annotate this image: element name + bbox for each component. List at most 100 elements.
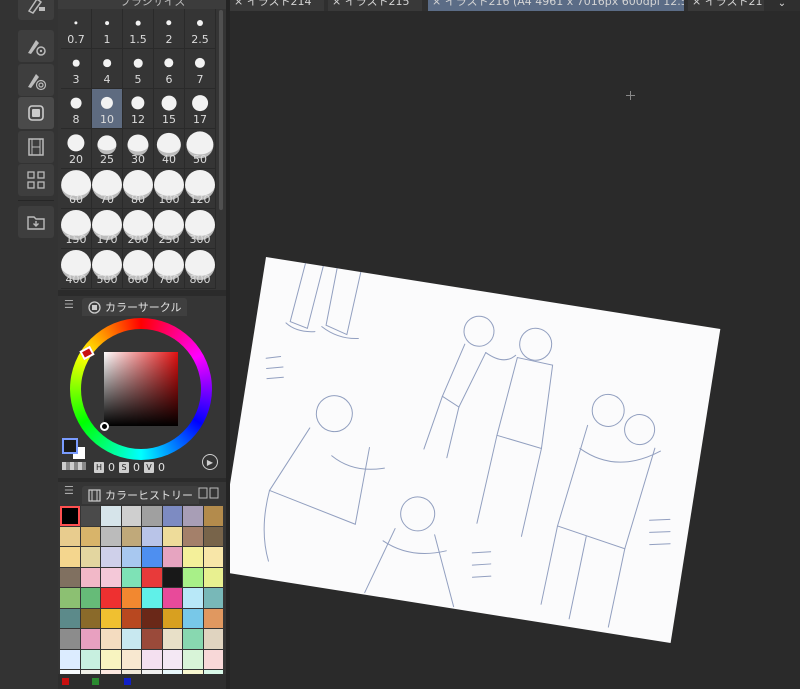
tab-close-icon[interactable]: × <box>432 0 441 8</box>
brush-size-cell[interactable]: 6 <box>154 49 185 89</box>
color-history-swatch[interactable] <box>121 649 141 669</box>
brush-size-cell[interactable]: 1.5 <box>123 9 154 49</box>
color-history-swatch[interactable] <box>80 629 100 649</box>
brush-settings-button[interactable] <box>18 30 54 62</box>
color-history-swatch[interactable] <box>80 526 100 546</box>
tab-color-circle[interactable]: カラーサークル <box>82 298 188 316</box>
color-history-swatch[interactable] <box>142 526 162 546</box>
brush-size-cell[interactable]: 12 <box>123 89 154 129</box>
brush-size-cell[interactable]: 30 <box>123 129 154 169</box>
color-history-swatch[interactable] <box>80 567 100 587</box>
brush-size-cell[interactable]: 200 <box>123 209 154 249</box>
color-history-swatch[interactable] <box>142 506 162 526</box>
brush-size-cell[interactable]: 50 <box>185 129 216 169</box>
color-history-swatch[interactable] <box>121 567 141 587</box>
color-history-swatch[interactable] <box>162 629 182 649</box>
footer-green-swatch[interactable] <box>92 678 99 685</box>
tab-menu-button[interactable]: ⌄ <box>764 0 800 11</box>
color-history-swatch[interactable] <box>101 526 121 546</box>
color-history-swatch[interactable] <box>203 526 223 546</box>
color-history-swatch[interactable] <box>60 526 80 546</box>
tab-close-icon[interactable]: × <box>234 0 243 8</box>
tab-illust-214[interactable]: × イラスト214 <box>230 0 324 11</box>
brush-size-cell[interactable]: 40 <box>154 129 185 169</box>
film-button[interactable] <box>18 131 54 163</box>
color-history-swatch[interactable] <box>80 608 100 628</box>
color-history-swatch[interactable] <box>183 588 203 608</box>
brush-size-cell[interactable]: 0.7 <box>61 9 92 49</box>
color-history-swatch[interactable] <box>183 506 203 526</box>
color-history-swatch[interactable] <box>60 588 80 608</box>
color-history-swatch[interactable] <box>183 526 203 546</box>
saturation-value-square[interactable] <box>104 352 178 426</box>
color-history-swatch[interactable] <box>203 547 223 567</box>
history-options-icon[interactable] <box>198 487 220 501</box>
brush-tool-button[interactable] <box>18 0 54 20</box>
color-history-swatch[interactable] <box>60 608 80 628</box>
color-history-swatch[interactable] <box>80 506 100 526</box>
color-mode-toggle-button[interactable]: ▶ <box>202 454 218 470</box>
color-history-swatch[interactable] <box>101 649 121 669</box>
brush-size-cell[interactable]: 2 <box>154 9 185 49</box>
color-history-swatch[interactable] <box>162 608 182 628</box>
tab-illust-215[interactable]: × イラスト215 <box>328 0 422 11</box>
brush-size-cell[interactable]: 25 <box>92 129 123 169</box>
brush-size-cell[interactable]: 10 <box>92 89 123 129</box>
footer-red-swatch[interactable] <box>62 678 69 685</box>
color-history-swatch[interactable] <box>203 588 223 608</box>
panel-menu-icon[interactable]: ☰ <box>64 298 74 311</box>
brush-size-cell[interactable]: 7 <box>185 49 216 89</box>
color-history-swatch[interactable] <box>183 649 203 669</box>
color-history-swatch[interactable] <box>80 588 100 608</box>
folder-download-button[interactable] <box>18 206 54 238</box>
brush-size-cell[interactable]: 700 <box>154 249 185 289</box>
transparent-color-swatch[interactable] <box>62 462 86 470</box>
brush-size-cell[interactable]: 15 <box>154 89 185 129</box>
color-history-swatch[interactable] <box>142 567 162 587</box>
brush-size-cell[interactable]: 80 <box>123 169 154 209</box>
brush-size-cell[interactable]: 60 <box>61 169 92 209</box>
brush-size-cell[interactable]: 300 <box>185 209 216 249</box>
brush-size-cell[interactable]: 120 <box>185 169 216 209</box>
color-history-swatch[interactable] <box>203 567 223 587</box>
color-history-swatch[interactable] <box>101 547 121 567</box>
brush-size-cell[interactable]: 800 <box>185 249 216 289</box>
color-history-swatch[interactable] <box>203 506 223 526</box>
brush-size-cell[interactable]: 70 <box>92 169 123 209</box>
color-history-swatch[interactable] <box>162 547 182 567</box>
brush-size-cell[interactable]: 600 <box>123 249 154 289</box>
color-history-swatch[interactable] <box>101 588 121 608</box>
color-circle-button[interactable] <box>18 97 54 129</box>
brush-size-cell[interactable]: 400 <box>61 249 92 289</box>
color-history-swatch[interactable] <box>183 629 203 649</box>
brush-target-button[interactable] <box>18 64 54 96</box>
brush-size-scrollbar[interactable] <box>219 10 223 210</box>
color-history-swatch[interactable] <box>142 588 162 608</box>
color-history-swatch[interactable] <box>121 506 141 526</box>
brush-size-cell[interactable]: 500 <box>92 249 123 289</box>
brush-size-cell[interactable]: 4 <box>92 49 123 89</box>
color-history-swatch[interactable] <box>203 649 223 669</box>
color-history-swatch[interactable] <box>101 567 121 587</box>
color-history-swatch[interactable] <box>121 526 141 546</box>
tab-illust-217[interactable]: × イラスト217 <box>688 0 764 11</box>
canvas-area[interactable] <box>230 11 800 689</box>
brush-size-cell[interactable]: 2.5 <box>185 9 216 49</box>
color-history-swatch[interactable] <box>183 608 203 628</box>
color-history-swatch[interactable] <box>203 629 223 649</box>
brush-size-cell[interactable]: 20 <box>61 129 92 169</box>
brush-size-cell[interactable]: 5 <box>123 49 154 89</box>
nodes-button[interactable] <box>18 164 54 196</box>
tab-close-icon[interactable]: × <box>692 0 701 8</box>
color-history-swatch[interactable] <box>203 608 223 628</box>
brush-size-cell[interactable]: 17 <box>185 89 216 129</box>
tab-color-history[interactable]: カラーヒストリー <box>82 486 199 504</box>
color-history-swatch[interactable] <box>162 526 182 546</box>
color-history-swatch[interactable] <box>60 547 80 567</box>
color-history-swatch[interactable] <box>101 608 121 628</box>
color-history-swatch[interactable] <box>121 588 141 608</box>
brush-size-cell[interactable]: 250 <box>154 209 185 249</box>
brush-size-cell[interactable]: 170 <box>92 209 123 249</box>
main-color-swatch[interactable] <box>62 438 78 454</box>
color-history-swatch[interactable] <box>142 629 162 649</box>
